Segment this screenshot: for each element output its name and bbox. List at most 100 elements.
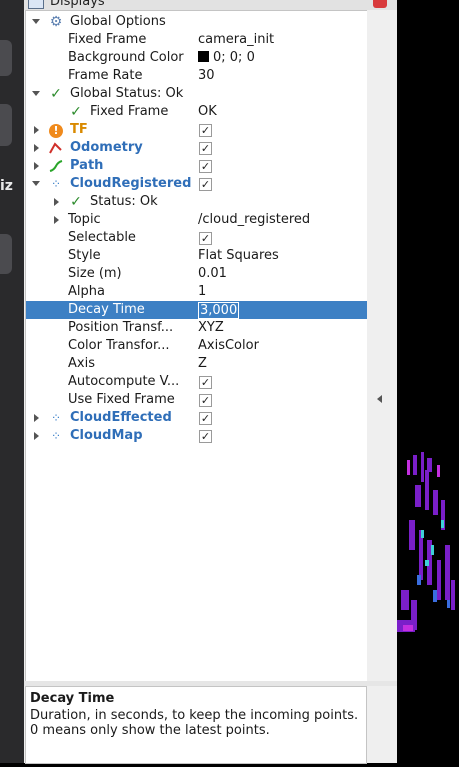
tree-row-fixed-frame[interactable]: Fixed Frame camera_init	[26, 31, 367, 49]
position-transformer-value[interactable]: XYZ	[198, 320, 224, 335]
point-cloud-render	[397, 452, 455, 632]
row-label: Odometry	[70, 140, 143, 155]
row-label: Size (m)	[68, 266, 122, 281]
expand-arrow-icon[interactable]	[34, 144, 39, 152]
tree-row-use-fixed-frame[interactable]: Use Fixed Frame ✓	[26, 391, 367, 409]
tree-row-cloud-effected[interactable]: ⁘ CloudEffected ✓	[26, 409, 367, 427]
point-cloud-icon: ⁘	[50, 429, 62, 443]
row-label: Fixed Frame	[68, 32, 147, 47]
displays-panel: Displays ⚙ Global Options Fixed Frame ca…	[24, 0, 397, 764]
tf-checkbox[interactable]: ✓	[199, 124, 212, 137]
point-cloud-icon: ⁘	[50, 177, 62, 191]
tree-row-axis[interactable]: Axis Z	[26, 355, 367, 373]
row-label: TF	[70, 122, 88, 137]
row-label: Frame Rate	[68, 68, 143, 83]
tree-row-cloud-map[interactable]: ⁘ CloudMap ✓	[26, 427, 367, 445]
tree-row-topic[interactable]: Topic /cloud_registered	[26, 211, 367, 229]
row-label: Path	[70, 158, 104, 173]
tree-row-frame-rate[interactable]: Frame Rate 30	[26, 67, 367, 85]
help-box: Decay Time Duration, in seconds, to keep…	[25, 686, 367, 764]
cloud-effected-checkbox[interactable]: ✓	[199, 412, 212, 425]
tree-row-odometry[interactable]: Odometry ✓	[26, 139, 367, 157]
tree-row-position-transformer[interactable]: Position Transf... XYZ	[26, 319, 367, 337]
check-icon: ✓	[70, 104, 82, 120]
help-title: Decay Time	[30, 691, 115, 706]
gear-icon: ⚙	[49, 14, 63, 30]
tree-row-selectable[interactable]: Selectable ✓	[26, 229, 367, 247]
tree-row-status-fixed-frame[interactable]: ✓ Fixed Frame OK	[26, 103, 367, 121]
odometry-icon	[48, 140, 64, 156]
style-value[interactable]: Flat Squares	[198, 248, 279, 263]
expand-arrow-icon[interactable]	[54, 216, 59, 224]
monitor-icon	[28, 0, 44, 9]
collapse-panel-icon[interactable]	[377, 395, 382, 403]
background-color-value[interactable]: 0; 0; 0	[198, 50, 255, 65]
tree-row-background-color[interactable]: Background Color 0; 0; 0	[26, 49, 367, 67]
expand-arrow-icon[interactable]	[34, 126, 39, 134]
tree-row-color-transformer[interactable]: Color Transfor... AxisColor	[26, 337, 367, 355]
autocompute-checkbox[interactable]: ✓	[199, 376, 212, 389]
row-label: Alpha	[68, 284, 105, 299]
tree-row-tf[interactable]: ! TF ✓	[26, 121, 367, 139]
status-value: OK	[198, 104, 217, 119]
close-button[interactable]	[373, 0, 387, 8]
row-label: Selectable	[68, 230, 136, 245]
frame-rate-value[interactable]: 30	[198, 68, 215, 83]
fixed-frame-value[interactable]: camera_init	[198, 32, 274, 47]
row-label: CloudMap	[70, 428, 143, 443]
row-label: Fixed Frame	[90, 104, 169, 119]
expand-arrow-icon[interactable]	[34, 432, 39, 440]
panel-titlebar: Displays	[24, 0, 397, 10]
path-icon	[48, 158, 64, 174]
displays-tree[interactable]: ⚙ Global Options Fixed Frame camera_init…	[25, 10, 368, 682]
tree-row-decay-time[interactable]: Decay Time 3,000	[26, 301, 367, 319]
help-description: Duration, in seconds, to keep the incomi…	[30, 708, 359, 738]
size-value[interactable]: 0.01	[198, 266, 227, 281]
row-label: Position Transf...	[68, 320, 174, 335]
collapse-arrow-icon[interactable]	[32, 181, 40, 186]
row-label: Axis	[68, 356, 95, 371]
row-label: Autocompute V...	[68, 374, 180, 389]
expand-arrow-icon[interactable]	[34, 162, 39, 170]
color-transformer-value[interactable]: AxisColor	[198, 338, 259, 353]
row-label: CloudEffected	[70, 410, 172, 425]
row-label: Use Fixed Frame	[68, 392, 175, 407]
decay-time-input[interactable]: 3,000	[198, 302, 240, 319]
expand-arrow-icon[interactable]	[34, 414, 39, 422]
tree-row-cloud-registered[interactable]: ⁘ CloudRegistered ✓	[26, 175, 367, 193]
row-label: Global Status: Ok	[70, 86, 184, 101]
panel-side-handle	[367, 10, 397, 682]
panel-title: Displays	[50, 0, 105, 9]
path-checkbox[interactable]: ✓	[199, 160, 212, 173]
dock-app-button[interactable]	[0, 40, 12, 76]
warning-icon: !	[48, 122, 64, 138]
collapse-arrow-icon[interactable]	[32, 91, 40, 96]
alpha-value[interactable]: 1	[198, 284, 206, 299]
tree-row-global-status[interactable]: ✓ Global Status: Ok	[26, 85, 367, 103]
tree-row-status-ok[interactable]: ✓ Status: Ok	[26, 193, 367, 211]
selectable-checkbox[interactable]: ✓	[199, 232, 212, 245]
color-swatch[interactable]	[198, 51, 209, 62]
collapse-arrow-icon[interactable]	[32, 19, 40, 24]
point-cloud-icon: ⁘	[50, 411, 62, 425]
use-fixed-frame-checkbox[interactable]: ✓	[199, 394, 212, 407]
tree-row-style[interactable]: Style Flat Squares	[26, 247, 367, 265]
cloud-registered-checkbox[interactable]: ✓	[199, 178, 212, 191]
topic-value[interactable]: /cloud_registered	[198, 212, 310, 227]
dock-rviz-label[interactable]: iz	[0, 178, 14, 194]
tree-row-path[interactable]: Path ✓	[26, 157, 367, 175]
check-icon: ✓	[50, 86, 62, 102]
axis-value[interactable]: Z	[198, 356, 207, 371]
cloud-map-checkbox[interactable]: ✓	[199, 430, 212, 443]
point-cloud-viewport[interactable]	[397, 0, 459, 763]
tree-row-alpha[interactable]: Alpha 1	[26, 283, 367, 301]
tree-row-autocompute[interactable]: Autocompute V... ✓	[26, 373, 367, 391]
tree-row-global-options[interactable]: ⚙ Global Options	[26, 13, 367, 31]
dock-app-button[interactable]	[0, 234, 12, 274]
row-label: Background Color	[68, 50, 184, 65]
expand-arrow-icon[interactable]	[54, 198, 59, 206]
odometry-checkbox[interactable]: ✓	[199, 142, 212, 155]
dock-app-button[interactable]	[0, 104, 12, 146]
tree-row-size[interactable]: Size (m) 0.01	[26, 265, 367, 283]
row-label: Style	[68, 248, 101, 263]
